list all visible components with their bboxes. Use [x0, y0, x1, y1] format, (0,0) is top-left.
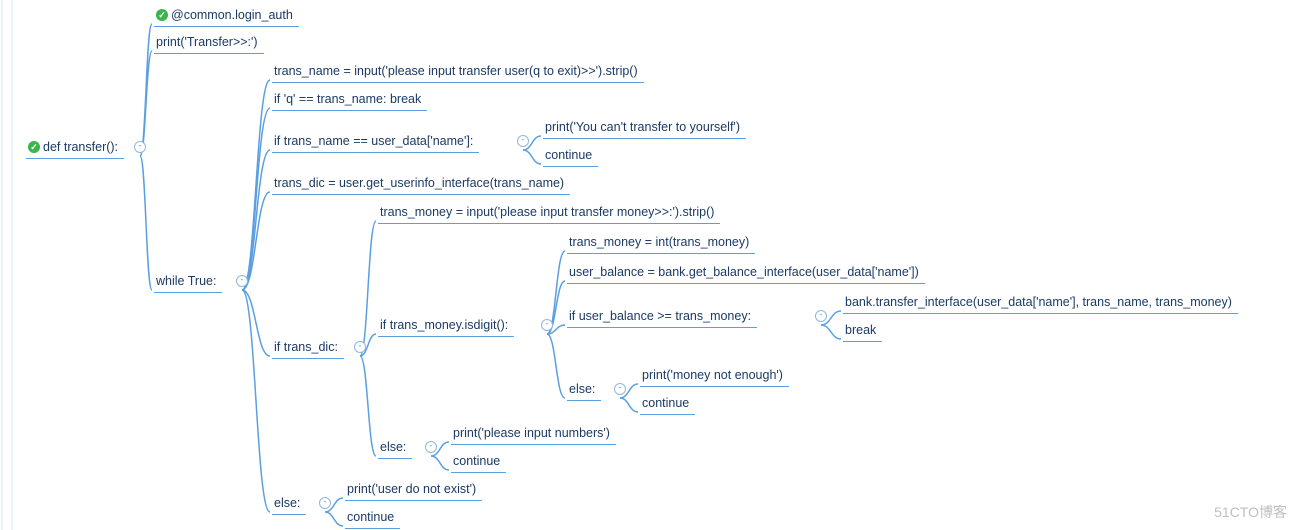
node-label: print('You can't transfer to yourself'): [545, 120, 740, 134]
node-label: if trans_name == user_data['name']:: [274, 134, 473, 148]
node-label: def transfer():: [43, 140, 118, 154]
connector-line: [140, 156, 152, 290]
collapse-toggle[interactable]: -: [319, 497, 331, 509]
node-label: print('please input numbers'): [453, 426, 610, 440]
mindmap-node-cont4[interactable]: continue: [345, 508, 400, 529]
node-label: if trans_money.isdigit():: [380, 318, 508, 332]
node-label: print('user do not exist'): [347, 482, 476, 496]
mindmap-node-break[interactable]: break: [843, 321, 882, 342]
collapse-toggle[interactable]: -: [425, 441, 437, 453]
mindmap-node-else2[interactable]: else:: [378, 438, 412, 459]
watermark-text: 51CTO博客: [1214, 502, 1287, 522]
node-label: break: [845, 323, 876, 337]
collapse-toggle[interactable]: -: [236, 275, 248, 287]
collapse-toggle[interactable]: -: [815, 310, 827, 322]
mindmap-node-deco[interactable]: ✓@common.login_auth: [154, 6, 299, 27]
connector-line: [821, 325, 841, 339]
mindmap-node-pnum[interactable]: print('please input numbers'): [451, 424, 616, 445]
mindmap-node-ifself[interactable]: if trans_name == user_data['name']:: [272, 132, 479, 153]
mindmap-node-ifq[interactable]: if 'q' == trans_name: break: [272, 90, 427, 111]
node-label: continue: [347, 510, 394, 524]
connector-line: [431, 456, 449, 470]
collapse-toggle[interactable]: -: [614, 383, 626, 395]
mindmap-node-ifbal[interactable]: if user_balance >= trans_money:: [567, 307, 757, 328]
connector-line: [242, 290, 270, 512]
mindmap-node-pmne[interactable]: print('money not enough'): [640, 366, 789, 387]
mindmap-node-root[interactable]: ✓def transfer():: [26, 138, 124, 159]
connector-line: [360, 221, 376, 356]
mindmap-node-ubal[interactable]: user_balance = bank.get_balance_interfac…: [567, 263, 925, 284]
connector-line: [242, 150, 270, 290]
connector-line: [547, 334, 565, 398]
node-label: else:: [274, 496, 300, 510]
connector-line: [360, 356, 376, 456]
collapse-toggle[interactable]: -: [517, 135, 529, 147]
connector-line: [242, 192, 270, 290]
node-label: print('Transfer>>:'): [156, 35, 258, 49]
node-label: continue: [545, 148, 592, 162]
node-label: if trans_dic:: [274, 340, 338, 354]
mindmap-node-tint[interactable]: trans_money = int(trans_money): [567, 233, 755, 254]
node-label: trans_dic = user.get_userinfo_interface(…: [274, 176, 564, 190]
mindmap-node-tname[interactable]: trans_name = input('please input transfe…: [272, 62, 644, 83]
node-label: print('money not enough'): [642, 368, 783, 382]
node-label: if 'q' == trans_name: break: [274, 92, 421, 106]
mindmap-node-else1[interactable]: else:: [567, 380, 601, 401]
mindmap-node-cont1[interactable]: continue: [543, 146, 598, 167]
mindmap-node-tmoney[interactable]: trans_money = input('please input transf…: [378, 203, 720, 224]
node-label: trans_money = input('please input transf…: [380, 205, 714, 219]
mindmap-node-else3[interactable]: else:: [272, 494, 306, 515]
node-label: else:: [569, 382, 595, 396]
mindmap-node-btrans[interactable]: bank.transfer_interface(user_data['name'…: [843, 293, 1238, 314]
node-label: bank.transfer_interface(user_data['name'…: [845, 295, 1232, 309]
connector-line: [242, 80, 270, 290]
mindmap-node-ifdig[interactable]: if trans_money.isdigit():: [378, 316, 514, 337]
check-icon: ✓: [156, 9, 168, 21]
connector-line: [523, 150, 541, 164]
node-label: else:: [380, 440, 406, 454]
collapse-toggle[interactable]: -: [354, 341, 366, 353]
node-label: continue: [453, 454, 500, 468]
mindmap-node-iftdic[interactable]: if trans_dic:: [272, 338, 344, 359]
connector-line: [620, 398, 638, 412]
check-icon: ✓: [28, 141, 40, 153]
mindmap-node-pyouc[interactable]: print('You can't transfer to yourself'): [543, 118, 746, 139]
collapse-toggle[interactable]: -: [541, 319, 553, 331]
connector-line: [325, 512, 343, 526]
node-label: continue: [642, 396, 689, 410]
mindmap-node-cont2[interactable]: continue: [640, 394, 695, 415]
connector-line: [140, 24, 152, 156]
node-label: if user_balance >= trans_money:: [569, 309, 751, 323]
node-label: trans_money = int(trans_money): [569, 235, 749, 249]
connector-line: [242, 290, 270, 356]
collapse-toggle[interactable]: -: [134, 141, 146, 153]
node-label: while True:: [156, 274, 216, 288]
mindmap-node-cont3[interactable]: continue: [451, 452, 506, 473]
mindmap-node-tdic[interactable]: trans_dic = user.get_userinfo_interface(…: [272, 174, 570, 195]
mindmap-node-print1[interactable]: print('Transfer>>:'): [154, 33, 264, 54]
node-label: user_balance = bank.get_balance_interfac…: [569, 265, 919, 279]
node-label: trans_name = input('please input transfe…: [274, 64, 638, 78]
connector-line: [242, 108, 270, 290]
mindmap-node-pudne[interactable]: print('user do not exist'): [345, 480, 482, 501]
node-label: @common.login_auth: [171, 8, 293, 22]
mindmap-node-while[interactable]: while True:: [154, 272, 222, 293]
